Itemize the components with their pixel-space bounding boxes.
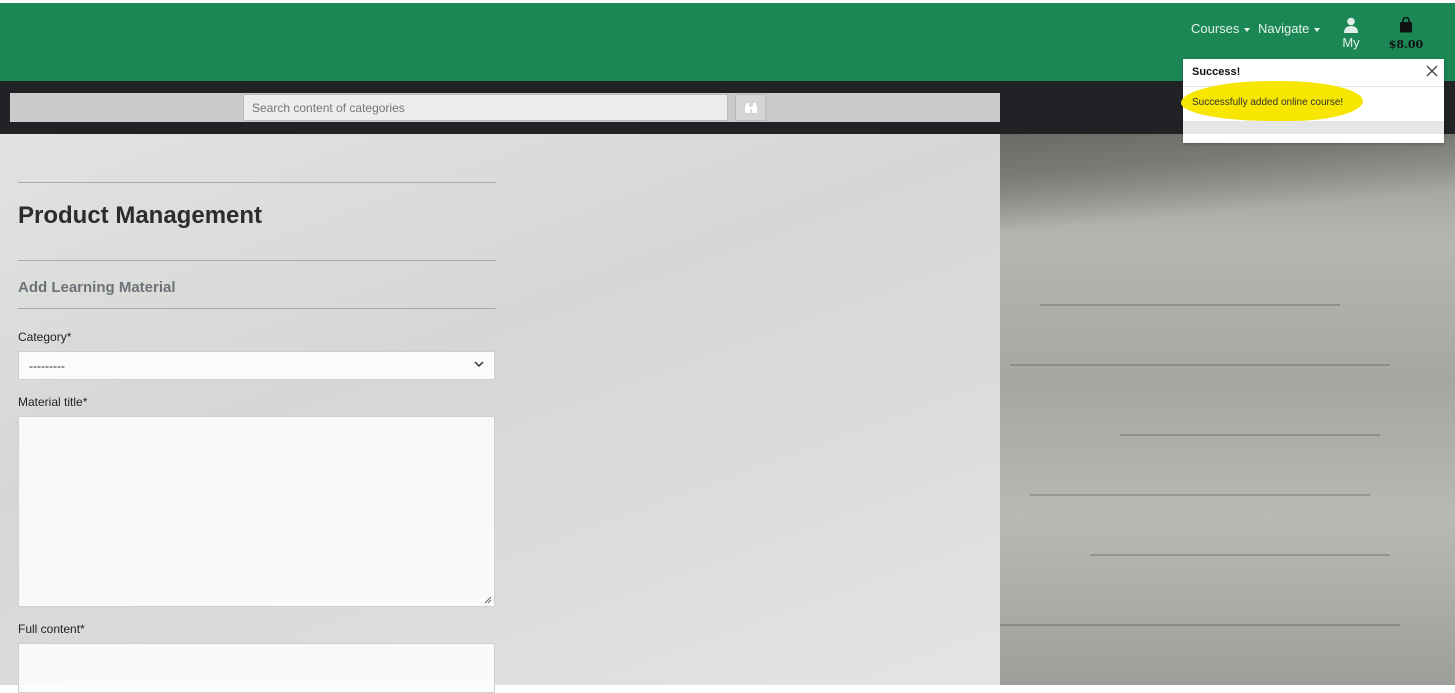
divider [18, 260, 496, 261]
shoreline [1000, 134, 1455, 234]
binoculars-icon [744, 102, 757, 113]
account-label: My [1342, 35, 1360, 50]
page-title: Product Management [18, 202, 263, 229]
toast-title: Success! [1192, 66, 1241, 78]
category-selected-value: --------- [29, 359, 65, 373]
cart-button[interactable]: $8.00 [1386, 17, 1426, 53]
divider [18, 182, 496, 183]
chevron-down-icon [1244, 27, 1251, 32]
chevron-down-icon [474, 361, 484, 368]
nav-courses-label: Courses [1191, 21, 1240, 36]
category-select[interactable]: --------- [18, 351, 495, 380]
user-icon [1344, 17, 1358, 33]
cart-total: $8.00 [1388, 38, 1424, 51]
divider [18, 308, 496, 309]
background-photo [1000, 134, 1455, 685]
section-title: Add Learning Material [18, 279, 176, 296]
toast-body: Successfully added online course! [1181, 81, 1444, 121]
nav-courses-dropdown[interactable]: Courses [1191, 21, 1251, 36]
nav-navigate-dropdown[interactable]: Navigate [1258, 21, 1321, 36]
toast-footer [1183, 121, 1444, 134]
material-title-textarea[interactable] [18, 416, 495, 607]
full-content-textarea[interactable] [18, 643, 495, 693]
material-title-label: Material title* [18, 395, 88, 409]
shopping-bag-icon [1400, 17, 1412, 33]
search-input[interactable] [243, 94, 728, 121]
resize-handle-icon[interactable] [484, 596, 492, 604]
close-icon[interactable] [1426, 65, 1438, 77]
toast-message: Successfully added online course! [1192, 97, 1344, 108]
nav-navigate-label: Navigate [1258, 21, 1310, 36]
full-content-label: Full content* [18, 622, 85, 636]
success-toast: Success! Successfully added online cours… [1181, 59, 1444, 143]
account-menu[interactable]: My [1336, 17, 1366, 50]
search-button[interactable] [735, 94, 766, 121]
category-label: Category* [18, 330, 72, 344]
chevron-down-icon [1314, 27, 1321, 32]
